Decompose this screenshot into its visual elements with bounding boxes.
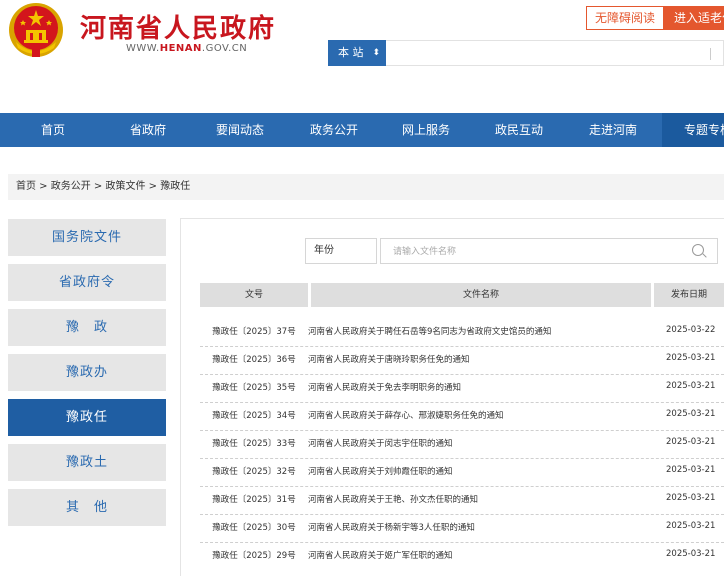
column-header-title: 文件名称 — [311, 283, 651, 307]
accessibility-reading-button[interactable]: 无障碍阅读 — [586, 6, 664, 30]
row-divider — [200, 402, 724, 403]
row-date: 2025-03-21 — [666, 521, 716, 531]
nav-item-about-henan[interactable]: 走进河南 — [564, 113, 662, 147]
site-url-prefix: WWW. — [126, 43, 160, 54]
national-emblem-icon — [9, 3, 63, 57]
sidebar-item-yuzhengban[interactable]: 豫政办 — [8, 354, 166, 391]
row-doc-no: 豫政任〔2025〕29号 — [212, 551, 296, 561]
row-divider — [200, 374, 724, 375]
nav-item-special-topics[interactable]: 专题专栏 — [662, 113, 724, 147]
sidebar-item-other[interactable]: 其 他 — [8, 489, 166, 526]
search-icon[interactable] — [692, 244, 704, 256]
sidebar-item-state-council-docs[interactable]: 国务院文件 — [8, 219, 166, 256]
search-divider — [710, 48, 711, 60]
row-title-link[interactable]: 河南省人民政府关于聘任石岳等9名同志为省政府文史馆员的通知 — [308, 325, 656, 337]
site-url-suffix: .GOV.CN — [201, 43, 248, 54]
row-date: 2025-03-21 — [666, 437, 716, 447]
row-divider — [200, 514, 724, 515]
sidebar-item-yuzheng[interactable]: 豫 政 — [8, 309, 166, 346]
row-doc-no: 豫政任〔2025〕31号 — [212, 495, 296, 505]
row-title-link[interactable]: 河南省人民政府关于王艳、孙文杰任职的通知 — [308, 493, 656, 505]
site-search-input[interactable] — [386, 41, 723, 65]
site-search-box[interactable] — [386, 40, 724, 66]
row-date: 2025-03-22 — [666, 325, 716, 335]
row-title-link[interactable]: 河南省人民政府关于免去李明职务的通知 — [308, 381, 656, 393]
nav-item-online-services[interactable]: 网上服务 — [378, 113, 474, 147]
sort-caret-icon: ⬍ — [372, 48, 380, 58]
breadcrumb[interactable]: 首页 > 政务公开 > 政策文件 > 豫政任 — [8, 174, 724, 200]
row-doc-no: 豫政任〔2025〕33号 — [212, 439, 296, 449]
nav-item-news[interactable]: 要闻动态 — [190, 113, 290, 147]
row-doc-no: 豫政任〔2025〕36号 — [212, 355, 296, 365]
nav-item-provincial-gov[interactable]: 省政府 — [106, 113, 190, 147]
search-scope-label: 本 站 — [338, 46, 364, 59]
nav-item-interaction[interactable]: 政民互动 — [474, 113, 564, 147]
main-nav: 首页 省政府 要闻动态 政务公开 网上服务 政民互动 走进河南 专题专栏 — [0, 113, 724, 147]
elder-mode-button[interactable]: 进入适老化 — [664, 6, 724, 30]
row-date: 2025-03-21 — [666, 381, 716, 391]
sidebar-item-yuzhengren[interactable]: 豫政任 — [8, 399, 166, 436]
row-doc-no: 豫政任〔2025〕35号 — [212, 383, 296, 393]
site-title: 河南省人民政府 — [80, 14, 277, 44]
row-divider — [200, 458, 724, 459]
sidebar-item-provincial-orders[interactable]: 省政府令 — [8, 264, 166, 301]
row-title-link[interactable]: 河南省人民政府关于闵志宇任职的通知 — [308, 437, 656, 449]
row-title-link[interactable]: 河南省人民政府关于薛存心、邢淑婕职务任免的通知 — [308, 409, 656, 421]
row-divider — [200, 430, 724, 431]
row-title-link[interactable]: 河南省人民政府关于姬广军任职的通知 — [308, 549, 656, 561]
row-date: 2025-03-21 — [666, 493, 716, 503]
column-header-date: 发布日期 — [654, 283, 724, 307]
row-date: 2025-03-21 — [666, 409, 716, 419]
search-scope-select[interactable]: 本 站 ⬍ — [328, 40, 386, 66]
site-url-highlight: HENAN — [159, 43, 202, 54]
row-divider — [200, 346, 724, 347]
row-date: 2025-03-21 — [666, 465, 716, 475]
file-name-search-field[interactable] — [380, 238, 718, 264]
year-filter-select[interactable]: 年份 — [305, 238, 377, 264]
file-name-search-input[interactable] — [381, 240, 681, 264]
row-doc-no: 豫政任〔2025〕32号 — [212, 467, 296, 477]
row-doc-no: 豫政任〔2025〕37号 — [212, 327, 296, 337]
row-title-link[interactable]: 河南省人民政府关于唐晓玲职务任免的通知 — [308, 353, 656, 365]
site-url: WWW.HENAN.GOV.CN — [126, 43, 247, 54]
sidebar-item-yuzhengtu[interactable]: 豫政土 — [8, 444, 166, 481]
row-doc-no: 豫政任〔2025〕30号 — [212, 523, 296, 533]
row-title-link[interactable]: 河南省人民政府关于刘帅霞任职的通知 — [308, 465, 656, 477]
row-doc-no: 豫政任〔2025〕34号 — [212, 411, 296, 421]
nav-item-gov-affairs[interactable]: 政务公开 — [290, 113, 378, 147]
row-divider — [200, 542, 724, 543]
column-header-doc-no: 文号 — [200, 283, 308, 307]
row-date: 2025-03-21 — [666, 549, 716, 559]
row-title-link[interactable]: 河南省人民政府关于杨新宇等3人任职的通知 — [308, 521, 656, 533]
row-divider — [200, 486, 724, 487]
nav-item-home[interactable]: 首页 — [0, 113, 106, 147]
row-date: 2025-03-21 — [666, 353, 716, 363]
